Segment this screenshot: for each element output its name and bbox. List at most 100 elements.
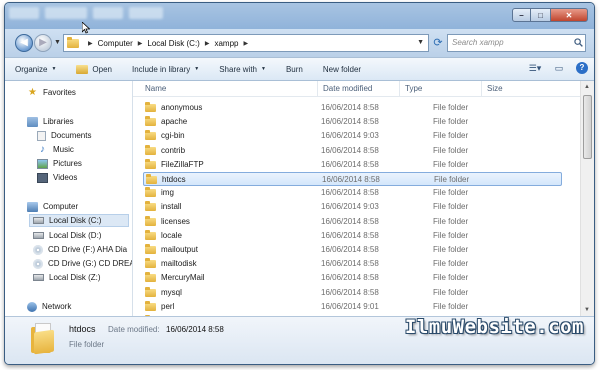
nav-music[interactable]: ♪ Music xyxy=(37,143,74,156)
chevron-right-icon[interactable]: ▶ xyxy=(243,40,248,47)
main-area: ★ Favorites Libraries Documents ♪ Music Pi… xyxy=(5,81,594,316)
file-row[interactable]: install 16/06/2014 9:03 File folder xyxy=(143,200,562,214)
file-name: licenses xyxy=(161,216,190,226)
file-row[interactable]: mysql 16/06/2014 8:58 File folder xyxy=(143,286,562,300)
nav-local-disk-z[interactable]: Local Disk (Z:) xyxy=(33,271,101,284)
nav-cd-drive-g[interactable]: CD Drive (G:) CD DREA xyxy=(33,257,133,270)
libraries-icon xyxy=(27,116,38,127)
file-row[interactable]: cgi-bin 16/06/2014 9:03 File folder xyxy=(143,129,562,143)
maximize-button[interactable]: □ xyxy=(531,8,550,22)
nav-label: CD Drive (G:) CD DREA xyxy=(48,259,133,268)
file-type: File folder xyxy=(434,175,470,184)
nav-label: Local Disk (Z:) xyxy=(49,273,101,282)
scroll-thumb[interactable] xyxy=(583,95,592,159)
preview-pane-icon[interactable]: ▭ xyxy=(552,62,566,74)
file-type: File folder xyxy=(433,131,469,141)
search-icon[interactable] xyxy=(574,38,583,47)
file-name: locale xyxy=(161,230,182,240)
column-name[interactable]: Name xyxy=(145,84,166,93)
file-row[interactable]: licenses 16/06/2014 8:58 File folder xyxy=(143,215,562,229)
refresh-icon[interactable]: ⟳ xyxy=(431,34,445,52)
documents-icon xyxy=(37,130,46,141)
address-dropdown-icon[interactable]: ▼ xyxy=(417,39,424,46)
file-type: File folder xyxy=(433,273,469,283)
column-divider[interactable] xyxy=(481,81,482,97)
file-row[interactable]: MercuryMail 16/06/2014 8:58 File folder xyxy=(143,271,562,285)
scroll-up-icon[interactable]: ▲ xyxy=(584,84,590,90)
file-row[interactable]: perl 16/06/2014 9:01 File folder xyxy=(143,300,562,314)
nav-label: Music xyxy=(53,145,74,154)
cd-drive-icon xyxy=(33,244,43,255)
chevron-down-icon: ▼ xyxy=(194,66,200,72)
file-row[interactable]: locale 16/06/2014 8:58 File folder xyxy=(143,229,562,243)
open-button[interactable]: Open xyxy=(66,64,122,74)
breadcrumb-computer[interactable]: Computer xyxy=(98,39,133,48)
include-in-library-button[interactable]: Include in library ▼ xyxy=(122,65,209,74)
chevron-right-icon[interactable]: ▶ xyxy=(88,40,93,47)
nav-computer[interactable]: Computer xyxy=(27,200,78,213)
chevron-right-icon[interactable]: ▶ xyxy=(205,40,210,47)
folder-icon xyxy=(145,229,156,240)
column-divider[interactable] xyxy=(317,81,318,97)
burn-label: Burn xyxy=(285,64,303,74)
column-size[interactable]: Size xyxy=(487,84,503,93)
recent-pages-dropdown-icon[interactable]: ▼ xyxy=(54,39,61,46)
nav-label: CD Drive (F:) AHA Dia xyxy=(48,245,128,254)
chevron-down-icon: ▼ xyxy=(51,66,57,72)
folder-icon xyxy=(145,244,156,254)
search-input[interactable]: Search xampp xyxy=(447,34,586,52)
file-row[interactable]: FileZillaFTP 16/06/2014 8:58 File folder xyxy=(143,158,562,172)
nav-label: Local Disk (D:) xyxy=(49,231,102,240)
chevron-right-icon[interactable]: ▶ xyxy=(138,40,143,47)
folder-icon xyxy=(145,215,156,226)
back-arrow-icon[interactable]: ◀ xyxy=(15,34,33,52)
organize-button[interactable]: Organize ▼ xyxy=(5,65,66,74)
file-date: 16/06/2014 8:58 xyxy=(321,145,379,155)
close-button[interactable]: ✕ xyxy=(550,8,588,22)
folder-icon xyxy=(145,258,156,269)
file-date: 16/06/2014 8:58 xyxy=(321,188,379,198)
share-with-button[interactable]: Share with ▼ xyxy=(209,65,276,74)
file-row[interactable]: img 16/06/2014 8:58 File folder xyxy=(143,186,562,200)
breadcrumb-local-disk-c[interactable]: Local Disk (C:) xyxy=(147,39,199,48)
file-date: 16/06/2014 8:58 xyxy=(321,216,379,226)
minimize-button[interactable]: – xyxy=(512,8,531,22)
nav-favorites[interactable]: ★ Favorites xyxy=(27,86,76,99)
nav-network[interactable]: Network xyxy=(27,300,71,313)
nav-pictures[interactable]: Pictures xyxy=(37,157,82,170)
breadcrumb-xampp[interactable]: xampp xyxy=(214,39,238,48)
nav-documents[interactable]: Documents xyxy=(37,129,91,142)
file-type: File folder xyxy=(433,287,469,297)
file-list: Name Date modified Type Size anonymous 16… xyxy=(133,81,580,316)
details-date-value: 16/06/2014 8:58 xyxy=(166,325,224,334)
new-folder-button[interactable]: New folder xyxy=(313,65,371,74)
details-date-label: Date modified: xyxy=(108,325,160,334)
help-icon[interactable]: ? xyxy=(576,62,588,74)
address-bar[interactable]: ▶ Computer ▶ Local Disk (C:) ▶ xampp ▶ ▼ xyxy=(63,34,429,52)
burn-button[interactable]: Burn xyxy=(276,65,313,74)
nav-videos[interactable]: Videos xyxy=(37,171,77,184)
column-type[interactable]: Type xyxy=(405,84,422,93)
nav-libraries[interactable]: Libraries xyxy=(27,115,74,128)
nav-cd-drive-f[interactable]: CD Drive (F:) AHA Dia xyxy=(33,243,127,256)
nav-local-disk-c[interactable]: Local Disk (C:) xyxy=(29,214,129,227)
file-row[interactable]: contrib 16/06/2014 8:58 File folder xyxy=(143,144,562,158)
file-name: mailtodisk xyxy=(161,259,197,269)
file-row[interactable]: mailtodisk 16/06/2014 8:58 File folder xyxy=(143,257,562,271)
column-divider[interactable] xyxy=(399,81,400,97)
file-row[interactable]: mailoutput 16/06/2014 8:58 File folder xyxy=(143,243,562,257)
views-icon[interactable]: ☰▾ xyxy=(528,62,542,74)
forward-arrow-icon[interactable]: ▶ xyxy=(34,34,52,52)
folder-icon xyxy=(146,174,157,184)
scroll-down-icon[interactable]: ▼ xyxy=(584,307,590,313)
file-row[interactable]: apache 16/06/2014 8:58 File folder xyxy=(143,115,562,129)
file-row[interactable]: htdocs 16/06/2014 8:58 File folder xyxy=(143,172,562,186)
file-row[interactable]: anonymous 16/06/2014 8:58 File folder xyxy=(143,101,562,115)
nav-local-disk-d[interactable]: Local Disk (D:) xyxy=(33,229,101,242)
file-name: mysql xyxy=(161,287,182,297)
file-type: File folder xyxy=(433,230,469,240)
music-icon: ♪ xyxy=(40,144,45,155)
folder-icon xyxy=(67,36,79,48)
column-date-modified[interactable]: Date modified xyxy=(323,84,372,93)
vertical-scrollbar[interactable]: ▲ ▼ xyxy=(580,81,594,316)
